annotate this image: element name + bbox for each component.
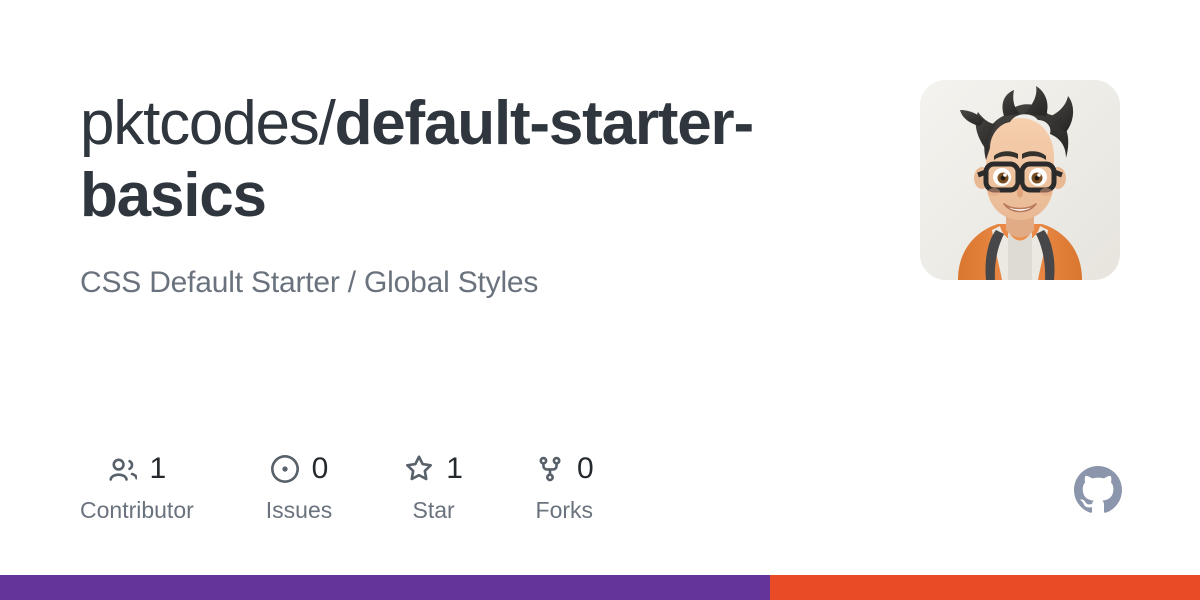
stat-star: 1 Star xyxy=(404,452,463,524)
avatar xyxy=(920,80,1120,280)
stat-label: Forks xyxy=(535,497,594,523)
title-block: pktcodes/default-starter-basics xyxy=(80,88,870,232)
stat-top: 1 xyxy=(108,452,167,486)
stat-value: 1 xyxy=(149,452,167,485)
stat-issues: 0 Issues xyxy=(266,452,332,524)
issue-opened-icon xyxy=(270,454,300,484)
github-mark-icon xyxy=(1074,466,1122,514)
repository-social-preview-card: pktcodes/default-starter-basics CSS Defa… xyxy=(0,0,1200,600)
star-icon xyxy=(404,454,434,484)
bottom-bar-primary-segment xyxy=(0,575,770,600)
stat-label: Star xyxy=(412,497,455,523)
bottom-bar-secondary-segment xyxy=(770,575,1200,600)
stat-top: 1 xyxy=(404,452,463,486)
stat-value: 0 xyxy=(576,452,594,485)
bottom-bar xyxy=(0,575,1200,600)
stat-label: Contributor xyxy=(80,497,194,523)
stat-top: 0 xyxy=(270,452,329,486)
repository-owner: pktcodes xyxy=(80,89,320,158)
repository-description: CSS Default Starter / Global Styles xyxy=(80,266,539,299)
stat-label: Issues xyxy=(265,497,333,523)
stat-value: 0 xyxy=(311,452,329,485)
repo-forked-icon xyxy=(535,454,565,484)
stat-value: 1 xyxy=(446,452,463,485)
title-separator: / xyxy=(318,89,336,158)
people-icon xyxy=(108,454,138,484)
stat-contributor: 1 Contributor xyxy=(80,452,194,524)
stats-row: 1 Contributor 0 Issues 1 Star 0 Forks xyxy=(80,452,594,524)
stat-forks: 0 Forks xyxy=(535,452,594,524)
stat-top: 0 xyxy=(535,452,594,486)
page-title: pktcodes/default-starter-basics xyxy=(80,88,870,232)
